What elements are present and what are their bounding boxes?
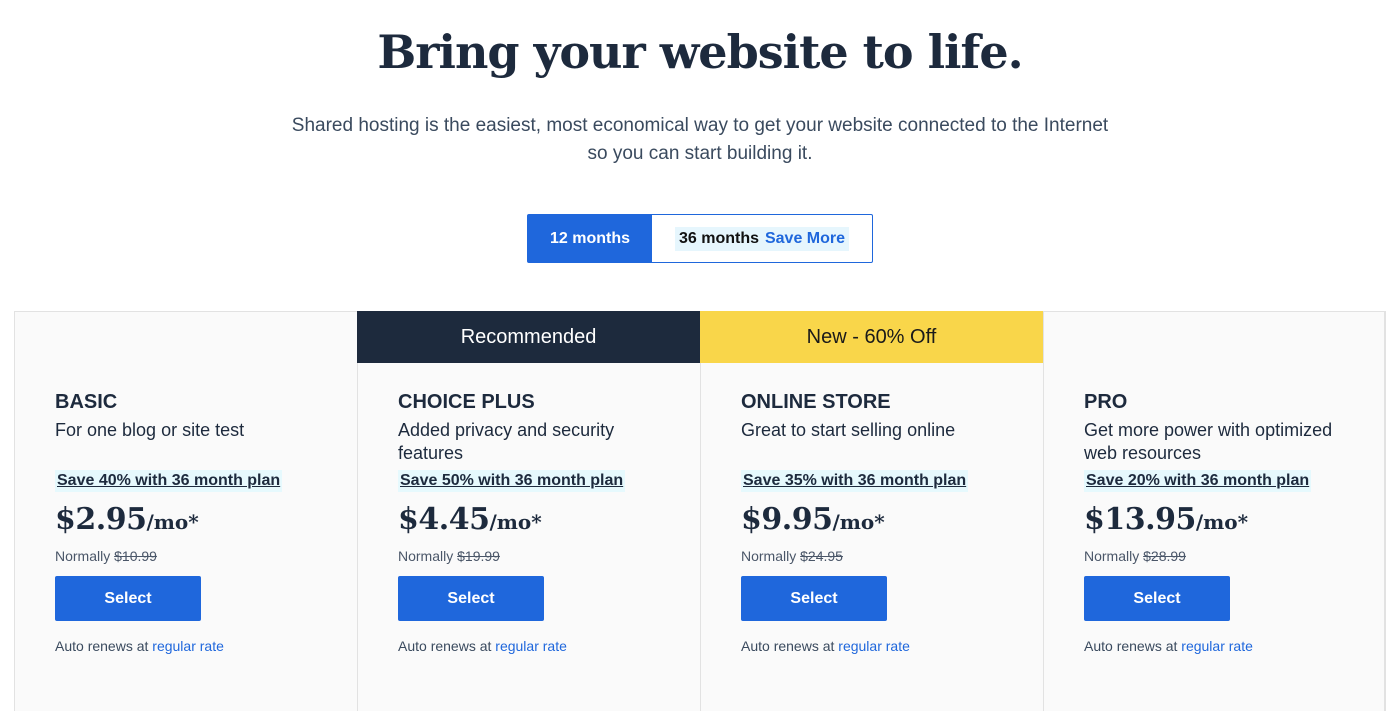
select-button-pro[interactable]: Select <box>1084 576 1230 621</box>
plan-price: $2.95/mo* <box>55 502 337 542</box>
plan-normal-price: Normally $19.99 <box>398 548 680 564</box>
plan-renew-note: Auto renews at regular rate <box>398 638 680 654</box>
normally-label: Normally <box>1084 548 1140 564</box>
plan-name: BASIC <box>55 391 118 413</box>
term-option-36-label-wrap: 36 months Save More <box>674 226 850 251</box>
plans-grid: BASIC For one blog or site test Save 40%… <box>14 311 1386 711</box>
normal-price-value: $24.95 <box>800 548 843 564</box>
plan-content: PRO Get more power with optimized web re… <box>1084 389 1364 654</box>
plan-price-amount: $2.95 <box>55 502 147 537</box>
plan-savings-link[interactable]: Save 50% with 36 month plan <box>398 470 626 492</box>
plan-name: ONLINE STORE <box>741 391 891 413</box>
plan-normal-price: Normally $28.99 <box>1084 548 1364 564</box>
plan-price-period: /mo* <box>832 510 885 534</box>
plan-savings-link[interactable]: Save 20% with 36 month plan <box>1084 470 1312 492</box>
page-subtitle: Shared hosting is the easiest, most econ… <box>291 115 1109 164</box>
plan-renew-note: Auto renews at regular rate <box>1084 638 1364 654</box>
renew-text: Auto renews at <box>55 638 149 654</box>
plan-normal-price: Normally $24.95 <box>741 548 1023 564</box>
plan-description: Added privacy and security features <box>398 420 615 463</box>
save-more-badge: Save More <box>764 229 846 247</box>
plan-card-basic: BASIC For one blog or site test Save 40%… <box>14 311 357 711</box>
regular-rate-link[interactable]: regular rate <box>495 638 567 654</box>
select-button-basic[interactable]: Select <box>55 576 201 621</box>
plan-content: ONLINE STORE Great to start selling onli… <box>741 389 1023 654</box>
plan-savings-link[interactable]: Save 35% with 36 month plan <box>741 470 969 492</box>
normal-price-value: $19.99 <box>457 548 500 564</box>
regular-rate-link[interactable]: regular rate <box>1181 638 1253 654</box>
plan-name: PRO <box>1084 391 1128 413</box>
plan-price-amount: $9.95 <box>741 502 833 537</box>
plan-price-period: /mo* <box>1195 510 1249 534</box>
new-discount-banner: New - 60% Off <box>700 311 1043 363</box>
term-option-12-months[interactable]: 12 months <box>528 215 652 262</box>
normal-price-value: $28.99 <box>1143 548 1186 564</box>
recommended-banner: Recommended <box>357 311 700 363</box>
plan-renew-note: Auto renews at regular rate <box>55 638 337 654</box>
plan-description: Great to start selling online <box>741 420 956 440</box>
term-option-36-months[interactable]: 36 months Save More <box>652 215 872 262</box>
page-title: Bring your website to life. <box>377 25 1023 79</box>
regular-rate-link[interactable]: regular rate <box>838 638 910 654</box>
plan-savings-link[interactable]: Save 40% with 36 month plan <box>55 470 283 492</box>
normal-price-value: $10.99 <box>114 548 157 564</box>
normally-label: Normally <box>55 548 111 564</box>
plan-description: Get more power with optimized web resour… <box>1084 420 1333 463</box>
plan-normal-price: Normally $10.99 <box>55 548 337 564</box>
select-button-choice-plus[interactable]: Select <box>398 576 544 621</box>
plan-price-amount: $4.45 <box>398 502 490 537</box>
plan-name: CHOICE PLUS <box>398 391 535 413</box>
plan-card-online-store: New - 60% Off ONLINE STORE Great to star… <box>700 311 1043 711</box>
term-toggle: 12 months 36 months Save More <box>527 214 873 263</box>
plan-card-choice-plus: Recommended CHOICE PLUS Added privacy an… <box>357 311 700 711</box>
renew-text: Auto renews at <box>1084 638 1178 654</box>
plan-price: $9.95/mo* <box>741 502 1023 542</box>
regular-rate-link[interactable]: regular rate <box>152 638 224 654</box>
plan-content: CHOICE PLUS Added privacy and security f… <box>398 389 680 654</box>
renew-text: Auto renews at <box>398 638 492 654</box>
normally-label: Normally <box>741 548 797 564</box>
plan-price: $13.95/mo* <box>1084 502 1364 542</box>
normally-label: Normally <box>398 548 454 564</box>
plan-renew-note: Auto renews at regular rate <box>741 638 1023 654</box>
plan-price-amount: $13.95 <box>1084 502 1196 537</box>
plan-description: For one blog or site test <box>55 420 245 440</box>
plan-price-period: /mo* <box>489 510 542 534</box>
plan-price-period: /mo* <box>146 510 199 534</box>
select-button-online-store[interactable]: Select <box>741 576 887 621</box>
plan-price: $4.45/mo* <box>398 502 680 542</box>
renew-text: Auto renews at <box>741 638 835 654</box>
plan-content: BASIC For one blog or site test Save 40%… <box>55 389 337 654</box>
term-option-36-label: 36 months <box>678 229 759 247</box>
plan-card-pro: PRO Get more power with optimized web re… <box>1043 311 1386 711</box>
